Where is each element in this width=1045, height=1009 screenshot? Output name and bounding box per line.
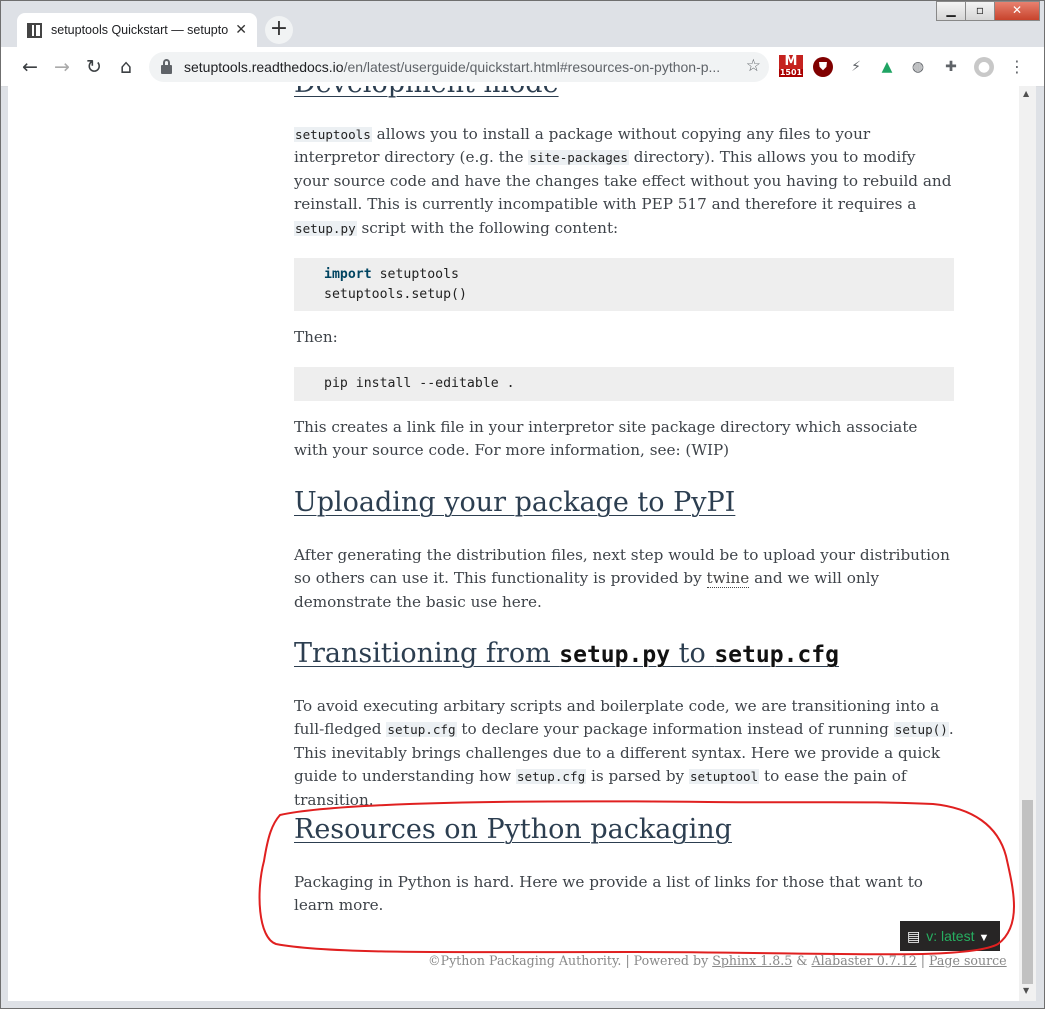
heading-resources[interactable]: Resources on Python packaging — [294, 816, 732, 843]
url-path: /en/latest/userguide/quickstart.html#res… — [343, 59, 721, 75]
heading-uploading-text: Uploading your package to PyPI — [294, 487, 736, 518]
inline-code: setup.cfg — [386, 722, 457, 738]
heading-resources-text: Resources on Python packaging — [294, 814, 732, 845]
url-domain: setuptools.readthedocs.io — [184, 59, 344, 75]
heading-code: setup.py — [559, 642, 671, 668]
maximize-button[interactable]: ▫ — [965, 1, 995, 21]
code-keyword: import — [324, 267, 372, 282]
footer-separator: | — [916, 953, 930, 968]
scrollbar-thumb[interactable] — [1022, 800, 1033, 984]
scroll-down-arrow-icon[interactable]: ▼ — [1023, 986, 1029, 995]
page-viewport: Development mode setuptools allows you t… — [8, 86, 1019, 1001]
heading-transitioning[interactable]: Transitioning from setup.py to setup.cfg — [294, 640, 839, 668]
code-text: setuptools.setup() — [324, 286, 467, 302]
new-tab-button[interactable]: + — [265, 16, 293, 44]
minimize-button[interactable]: ▁ — [936, 1, 966, 21]
alabaster-link[interactable]: Alabaster 0.7.12 — [812, 953, 917, 968]
heading-code: setup.cfg — [714, 642, 839, 668]
page-footer: ©Python Packaging Authority. | Powered b… — [428, 953, 1007, 968]
heading-uploading[interactable]: Uploading your package to PyPI — [294, 489, 735, 516]
caret-down-icon: ▼ — [978, 932, 990, 944]
heading-development-mode[interactable]: Development mode — [294, 86, 559, 97]
paragraph-development-intro: setuptools allows you to install a packa… — [294, 123, 954, 240]
lock-icon[interactable] — [161, 58, 172, 74]
inline-code: setup() — [893, 722, 949, 738]
profile-avatar-icon[interactable]: ● — [974, 57, 994, 77]
inline-code: setup.cfg — [515, 769, 587, 785]
back-arrow-icon[interactable]: ← — [18, 55, 42, 79]
paragraph-resources: Packaging in Python is hard. Here we pro… — [294, 873, 923, 915]
scroll-up-arrow-icon[interactable]: ▲ — [1023, 89, 1029, 98]
footer-amp: & — [792, 953, 812, 968]
paragraph-uploading: After generating the distribution files,… — [294, 544, 954, 614]
url-text[interactable]: setuptools.readthedocs.io/en/latest/user… — [184, 59, 744, 75]
book-icon: ▤ — [907, 928, 921, 944]
ublock-icon[interactable]: ⛊ — [813, 57, 833, 77]
vertical-scrollbar[interactable]: ▲ ▼ — [1019, 86, 1036, 1001]
lightning-extension-icon[interactable]: ⚡ — [846, 57, 866, 77]
paragraph-link-file: This creates a link file in your interpr… — [294, 418, 918, 460]
tab-close-icon[interactable]: ✕ — [235, 22, 247, 38]
twine-link[interactable]: twine — [706, 569, 750, 589]
paragraph-then: Then: — [294, 328, 338, 346]
version-label: v: latest — [926, 928, 975, 944]
heading-text: to — [670, 638, 715, 669]
heading-development-mode-text: Development mode — [294, 86, 559, 99]
code-block-setup-py: import setuptools setuptools.setup() — [294, 258, 954, 311]
text-span: script with the following content: — [356, 218, 619, 237]
inline-code: site-packages — [528, 150, 629, 166]
tab-strip: setuptools Quickstart — setupto... ✕ + ▁… — [1, 1, 1044, 47]
inline-code: setuptool — [688, 769, 760, 785]
text-span: is parsed by — [586, 767, 689, 786]
window-controls: ▁ ▫ ✕ — [936, 1, 1040, 21]
home-icon[interactable]: ⌂ — [114, 55, 138, 79]
tab-title: setuptools Quickstart — setupto... — [51, 23, 230, 37]
close-window-button[interactable]: ✕ — [994, 1, 1040, 21]
extensions-puzzle-icon[interactable]: ✚ — [941, 57, 961, 77]
address-bar[interactable]: setuptools.readthedocs.io/en/latest/user… — [149, 52, 769, 82]
code-block-pip-install: pip install --editable . — [294, 367, 954, 401]
browser-toolbar: ← → ↻ ⌂ setuptools.readthedocs.io/en/lat… — [1, 47, 1044, 87]
inline-code: setuptools — [294, 127, 372, 142]
forward-arrow-icon[interactable]: → — [50, 55, 74, 79]
google-drive-icon[interactable]: ▲ — [877, 57, 897, 77]
bookmark-star-icon[interactable]: ☆ — [746, 56, 761, 76]
paragraph-transitioning: To avoid executing arbitary scripts and … — [294, 695, 954, 812]
gmail-count-badge: 1501 — [779, 68, 803, 77]
page-source-link[interactable]: Page source — [929, 953, 1007, 968]
globe-extension-icon[interactable]: ◍ — [908, 57, 928, 77]
gmail-checker-icon[interactable]: M 1501 — [779, 55, 803, 77]
code-text: pip install --editable . — [324, 376, 515, 391]
reload-icon[interactable]: ↻ — [82, 55, 106, 79]
text-span: to declare your package information inst… — [456, 720, 894, 739]
footer-copyright: ©Python Packaging Authority. | Powered b… — [428, 953, 713, 968]
setuptools-favicon-icon — [27, 22, 42, 38]
version-badge[interactable]: ▤ v: latest ▼ — [900, 921, 1000, 951]
active-tab[interactable]: setuptools Quickstart — setupto... ✕ — [17, 13, 257, 47]
sphinx-link[interactable]: Sphinx 1.8.5 — [712, 953, 792, 968]
menu-kebab-icon[interactable]: ⋮ — [1007, 57, 1027, 77]
heading-text: Transitioning from — [294, 638, 560, 669]
code-text: setuptools — [371, 267, 459, 282]
inline-code: setup.py — [294, 220, 357, 236]
